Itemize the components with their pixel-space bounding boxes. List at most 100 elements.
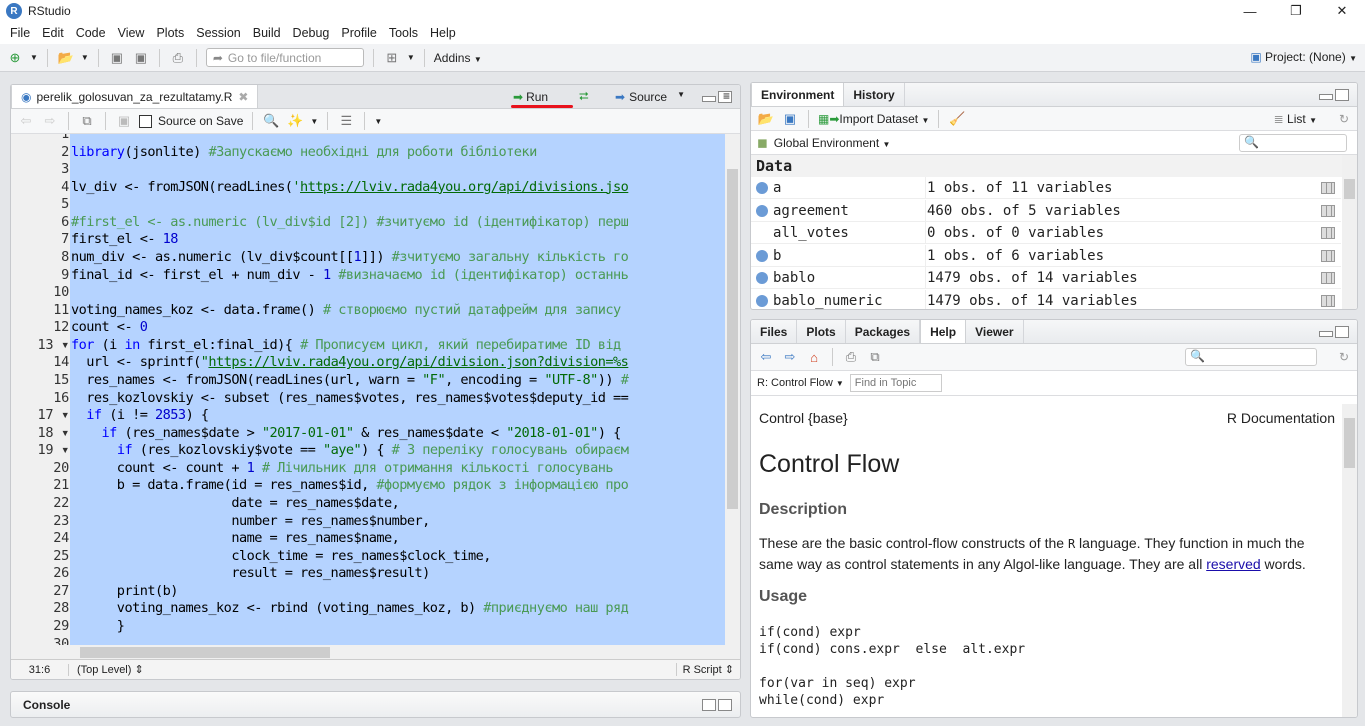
view-table-icon[interactable] [1321,182,1335,194]
code-line[interactable]: for (i in first_el:final_id){ # Прописує… [71,337,621,355]
tab-packages[interactable]: Packages [846,320,921,343]
environment-scope-menu[interactable]: Global Environment ▼ [774,136,891,150]
run-button[interactable]: ➡ Run [513,90,548,104]
expand-icon[interactable] [756,204,768,217]
code-line[interactable]: count <- count + 1 # Лічильник для отрим… [71,460,614,478]
help-scrollbar[interactable] [1342,404,1357,717]
refresh-icon[interactable]: ↻ [1339,112,1349,126]
code-line[interactable]: first_el <- 18 [71,231,178,249]
outline-icon[interactable]: ≡ [723,89,730,103]
code-line[interactable]: clock_time = res_names$clock_time, [71,548,491,566]
forward-icon[interactable]: ⇨ [781,348,799,366]
minimize-pane-button[interactable] [1319,331,1333,337]
tab-environment[interactable]: Environment [751,83,845,106]
close-button[interactable]: ✕ [1319,0,1365,22]
grid-layout-icon[interactable]: ⊞ [383,49,401,67]
menu-session[interactable]: Session [190,26,246,40]
env-search-input[interactable]: 🔍 [1239,133,1347,152]
home-icon[interactable]: ⌂ [805,348,823,366]
code-line[interactable]: res_kozlovskiy <- subset (res_names$vote… [71,390,629,408]
env-scrollbar[interactable] [1342,155,1357,309]
source-on-save-checkbox[interactable] [139,114,152,128]
editor-tab[interactable]: ◉ perelik_golosuvan_za_rezultatamy.R ✖ [11,85,259,108]
horizontal-scrollbar[interactable] [70,645,725,660]
view-table-icon[interactable] [1321,249,1335,262]
view-table-icon[interactable] [1321,227,1335,239]
code-line[interactable]: #first_el <- as.numeric (lv_div$id [2]) … [71,214,629,232]
menu-edit[interactable]: Edit [36,26,70,40]
menu-plots[interactable]: Plots [150,26,190,40]
print-icon[interactable]: ⎙ [842,348,860,366]
menu-profile[interactable]: Profile [335,26,382,40]
code-line[interactable]: result = res_names$result) [71,565,430,583]
menu-debug[interactable]: Debug [287,26,336,40]
code-line[interactable]: print(b) [71,583,179,601]
magic-wand-icon[interactable]: ✨ [286,112,304,130]
view-table-icon[interactable] [1321,294,1335,307]
maximize-button[interactable]: ❐ [1273,0,1319,22]
save-workspace-icon[interactable]: ▣ [781,110,799,128]
menu-build[interactable]: Build [247,26,287,40]
code-line[interactable]: voting_names_koz <- rbind (voting_names_… [71,600,629,618]
tab-viewer[interactable]: Viewer [966,320,1024,343]
code-line[interactable]: library(jsonlite) #Запускаємо необхідні … [71,144,537,162]
code-line[interactable]: name = res_names$name, [71,530,400,548]
addins-menu[interactable]: Addins ▼ [434,51,482,65]
minimize-pane-button[interactable] [1319,94,1333,100]
save-icon[interactable]: ▣ [115,112,133,130]
goto-file-input[interactable]: ➦ Go to file/function [205,48,364,67]
menu-code[interactable]: Code [70,26,112,40]
print-icon[interactable]: ⎙ [169,49,187,67]
back-icon[interactable]: ⇦ [17,112,35,130]
find-in-topic-input[interactable] [849,374,942,392]
source-button[interactable]: ➡ Source ▼ [615,90,685,104]
code-line[interactable]: b = data.frame(id = res_names$id, #форму… [71,477,629,495]
code-line[interactable]: number = res_names$number, [71,513,430,531]
expand-icon[interactable] [756,182,768,194]
close-tab-icon[interactable]: ✖ [238,90,248,104]
menu-file[interactable]: File [4,26,36,40]
rerun-icon[interactable]: ⮂ [579,89,589,104]
menu-tools[interactable]: Tools [383,26,424,40]
import-dataset-button[interactable]: ▦➡Import Dataset ▼ [818,112,929,126]
code-line[interactable]: date = res_names$date, [71,495,400,513]
code-line[interactable]: if (res_names$date > "2017-01-01" & res_… [71,425,622,443]
expand-icon[interactable] [756,272,768,284]
code-line[interactable]: voting_names_koz <- data.frame() # створ… [71,302,621,320]
load-workspace-icon[interactable]: 📂 [757,110,775,128]
save-icon[interactable]: ▣ [108,49,126,67]
maximize-pane-button[interactable] [718,699,732,711]
menu-view[interactable]: View [112,26,151,40]
topic-menu[interactable]: R: Control Flow ▼ [757,377,844,389]
minimize-button[interactable]: — [1227,0,1273,22]
save-all-icon[interactable]: ▣ [132,49,150,67]
code-line[interactable]: res_names <- fromJSON(readLines(url, war… [71,372,629,390]
project-menu[interactable]: ▣ Project: (None) ▼ [1250,50,1357,64]
minimize-pane-button[interactable] [702,96,716,102]
view-table-icon[interactable] [1321,204,1335,217]
filetype-selector[interactable]: R Script ⇕ [675,663,734,676]
code-line[interactable]: num_div <- as.numeric (lv_div$count[[1]]… [71,249,629,267]
env-row[interactable]: agreement 460 obs. of 5 variables [751,199,1341,222]
show-in-window-icon[interactable]: ⧉ [866,348,884,366]
code-line[interactable]: if (res_kozlovskiy$vote == "aye") { # З … [71,442,629,460]
maximize-pane-button[interactable] [1335,89,1349,101]
expand-icon[interactable] [756,249,768,262]
env-row[interactable]: bablo 1479 obs. of 14 variables [751,267,1341,289]
code-line[interactable]: lv_div <- fromJSON(readLines('https://lv… [71,179,629,197]
env-row[interactable]: a 1 obs. of 11 variables [751,177,1341,199]
tab-files[interactable]: Files [751,320,798,343]
menu-help[interactable]: Help [424,26,462,40]
scope-selector[interactable]: (Top Level) ⇕ [69,663,144,676]
compile-report-icon[interactable]: ☰ [337,112,355,130]
env-row[interactable]: bablo_numeric 1479 obs. of 14 variables [751,289,1341,309]
code-line[interactable]: final_id <- first_el + num_div - 1 #визн… [71,267,629,285]
tab-plots[interactable]: Plots [797,320,846,343]
open-folder-icon[interactable]: 📂 [57,49,75,67]
vertical-scrollbar[interactable] [725,134,740,645]
view-mode-menu[interactable]: ≣ List ▼ [1274,112,1317,126]
expand-icon[interactable] [756,294,768,307]
code-editor[interactable]: 1 2 library(jsonlite) #Запускаємо необхі… [11,134,740,660]
show-in-window-icon[interactable]: ⧉ [78,112,96,130]
reserved-link[interactable]: reserved [1206,556,1260,572]
